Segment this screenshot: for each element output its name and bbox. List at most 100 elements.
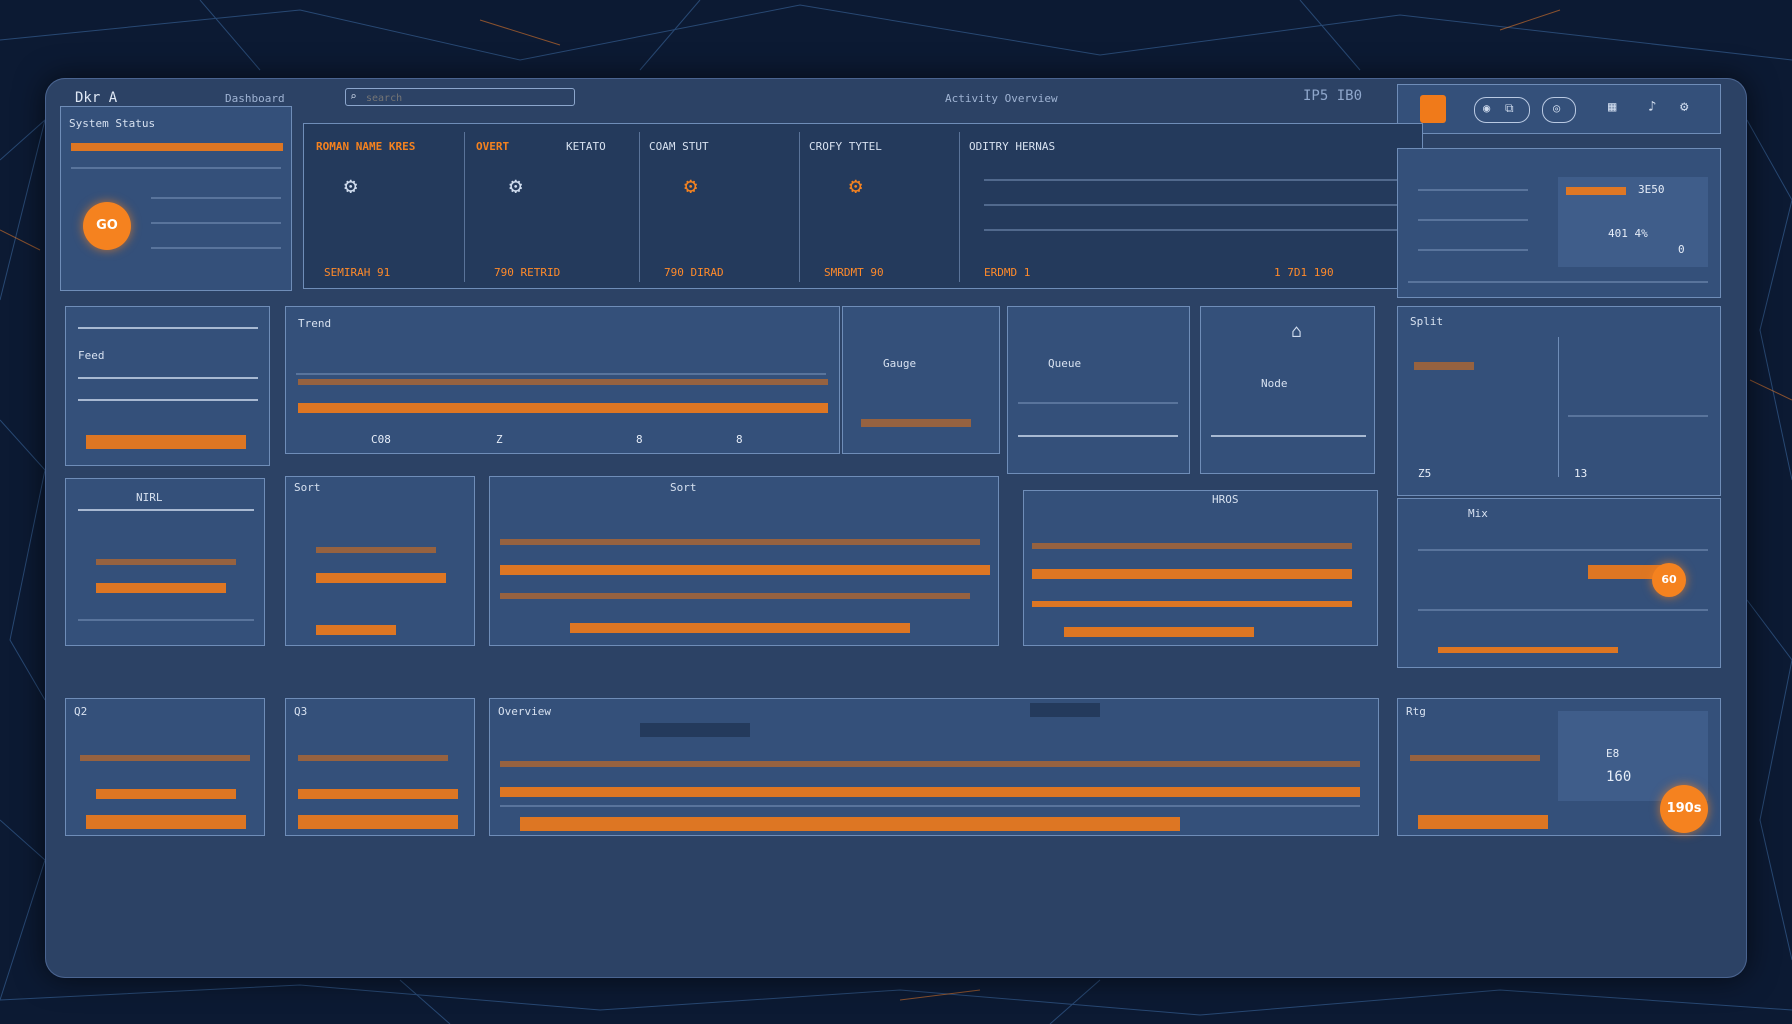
- lower-panel-1: NIRL: [65, 478, 265, 646]
- bottom-value-a: E8: [1606, 747, 1620, 760]
- right-top-row: [1418, 189, 1528, 191]
- trend-panel-label: Trend: [298, 317, 332, 330]
- metric-footer-6: 1 7D1 190: [1274, 266, 1334, 279]
- lower-bar: [1438, 647, 1618, 653]
- bottom-bar: [86, 815, 246, 829]
- lower-fab-button[interactable]: 60: [1652, 563, 1686, 597]
- right-top-row: [1418, 219, 1528, 221]
- record-icon: ◎: [1553, 101, 1561, 115]
- split-value-left: Z5: [1418, 467, 1432, 480]
- lower-panel-3: Sort: [489, 476, 999, 646]
- dashboard-window: Dkr A Dashboard ⌕ Activity Overview IP5 …: [45, 78, 1747, 978]
- feed-panel: Feed: [65, 306, 270, 466]
- app-icon[interactable]: [1420, 95, 1446, 123]
- search-icon: ⌕: [350, 90, 357, 103]
- bottom-panel-3: Overview: [489, 698, 1379, 836]
- lower-line: [78, 509, 254, 511]
- split-row: [1568, 415, 1708, 417]
- gauge-panel: Gauge: [842, 306, 1000, 454]
- lower-row: [1418, 609, 1708, 611]
- trend-row: [296, 373, 826, 375]
- col-divider: [959, 132, 960, 282]
- split-bar: [1414, 362, 1474, 370]
- bottom-panel-1-title: Q2: [74, 705, 88, 718]
- bottom-tab[interactable]: [1030, 703, 1100, 717]
- right-top-inset: 3E50 401 4% 0: [1558, 177, 1708, 267]
- metric-row: [984, 204, 1404, 206]
- lower-bar: [500, 539, 980, 545]
- link-icon: ⧉: [1505, 101, 1514, 115]
- lower-bar: [500, 593, 970, 599]
- bell-icon[interactable]: ♪: [1648, 99, 1656, 115]
- feed-bar: [86, 435, 246, 449]
- bottom-panel-2-title: Q3: [294, 705, 308, 718]
- metric-row: [984, 179, 1404, 181]
- view-toggle[interactable]: ◉ ⧉: [1474, 97, 1530, 123]
- bottom-panel-1: Q2: [65, 698, 265, 836]
- bottom-panel-4-title: Rtg: [1406, 705, 1426, 718]
- gear-cluster-icon: ⚙: [849, 174, 863, 199]
- metric-row: [984, 229, 1404, 231]
- trend-axis-2: Z: [496, 433, 503, 446]
- lower-bar: [1032, 601, 1352, 607]
- split-value-right: 13: [1574, 467, 1588, 480]
- lower-panel-2-title: Sort: [294, 481, 321, 494]
- lock-icon[interactable]: ⌂: [1291, 321, 1302, 342]
- search-field[interactable]: ⌕: [345, 88, 575, 106]
- bottom-tab[interactable]: [640, 723, 750, 737]
- trend-bar-upper: [298, 379, 828, 385]
- top-right-code: IP5 IB0: [1303, 88, 1363, 104]
- breadcrumb[interactable]: Dashboard: [225, 92, 285, 105]
- settings-icon[interactable]: ⚙: [1680, 99, 1688, 115]
- summary-row-3: [151, 247, 281, 249]
- feed-line: [78, 327, 258, 329]
- summary-bar: [71, 143, 283, 151]
- lower-bar: [570, 623, 910, 633]
- lower-bar: [96, 559, 236, 565]
- right-top-row: [1418, 249, 1528, 251]
- trend-bar-lower: [298, 403, 828, 413]
- feed-panel-label: Feed: [78, 349, 105, 362]
- metric-footer-5: ERDMD 1: [984, 266, 1031, 279]
- feed-line: [78, 377, 258, 379]
- bottom-panel-2: Q3: [285, 698, 475, 836]
- col-divider: [464, 132, 465, 282]
- bottom-value-b: 160: [1606, 769, 1632, 785]
- trend-axis-4: 8: [736, 433, 743, 446]
- bottom-bar: [500, 787, 1360, 797]
- summary-row-1: [151, 197, 281, 199]
- metric-col-1-label: ROMAN NAME KRES: [316, 140, 416, 153]
- gear-cluster-icon: ⚙: [344, 174, 358, 199]
- lower-bar: [1032, 569, 1352, 579]
- lower-row: [78, 619, 254, 621]
- queue-panel-label: Queue: [1048, 357, 1082, 370]
- lower-row: [1418, 549, 1708, 551]
- split-panel-label: Split: [1410, 315, 1444, 328]
- bottom-fab-button[interactable]: 190s: [1660, 785, 1708, 833]
- metric-footer-4: SMRDMT 90: [824, 266, 884, 279]
- toolbar-panel: ◉ ⧉ ◎ ▦ ♪ ⚙: [1397, 84, 1721, 134]
- lower-panel-1-title: NIRL: [136, 491, 163, 504]
- summary-title: System Status: [69, 117, 156, 130]
- grid-icon[interactable]: ▦: [1608, 99, 1616, 115]
- metric-col-5-label: CROFY TYTEL: [809, 140, 882, 153]
- metric-col-6-label: ODITRY HERNAS: [969, 140, 1056, 153]
- bottom-bar: [1418, 815, 1548, 829]
- right-top-value-c: 0: [1678, 243, 1685, 256]
- right-top-panel: 3E50 401 4% 0: [1397, 148, 1721, 298]
- queue-line: [1018, 435, 1178, 437]
- bottom-row: [500, 805, 1360, 807]
- lower-bar: [316, 573, 446, 583]
- record-button[interactable]: ◎: [1542, 97, 1576, 123]
- summary-action-button[interactable]: GO: [83, 202, 131, 250]
- queue-row: [1018, 402, 1178, 404]
- summary-divider: [71, 167, 281, 169]
- summary-row-2: [151, 222, 281, 224]
- gear-cluster-icon: ⚙: [509, 174, 523, 199]
- lower-bar: [1064, 627, 1254, 637]
- trend-axis-1: C08: [371, 433, 391, 446]
- lower-panel-5: Mix 60: [1397, 498, 1721, 668]
- bottom-bar: [1410, 755, 1540, 761]
- search-input[interactable]: [364, 90, 568, 106]
- metric-footer-1: SEMIRAH 91: [324, 266, 391, 279]
